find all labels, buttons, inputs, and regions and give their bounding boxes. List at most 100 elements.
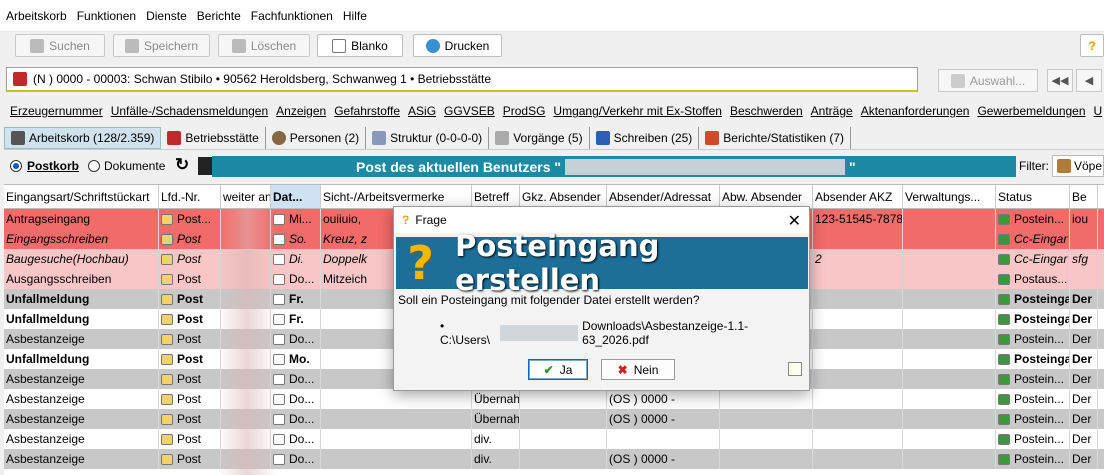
link-gewerbemeldungen[interactable]: Gewerbemeldungen xyxy=(977,104,1085,118)
column-header[interactable]: Lfd.-Nr. xyxy=(159,185,221,208)
help-button[interactable]: ? xyxy=(1080,34,1104,57)
tab-label: Vorgänge (5) xyxy=(513,130,583,145)
filter-select[interactable]: Vöpe xyxy=(1052,155,1104,177)
status-icon xyxy=(998,273,1010,285)
cell-text: Unfallmeldung xyxy=(6,352,90,366)
link-unfaelle[interactable]: Unfälle-/Schadensmeldungen xyxy=(111,104,268,118)
link-antraege[interactable]: Anträge xyxy=(811,104,853,118)
table-row[interactable]: Asbestanzeige Post Do... div. (OS ) 0000 - Po… xyxy=(4,449,1104,469)
postkorb-label[interactable]: Postkorb xyxy=(27,159,79,173)
postkorb-radio[interactable] xyxy=(10,160,22,172)
column-header[interactable]: Verwaltungs... xyxy=(903,185,996,208)
table-row[interactable]: Asbestanzeige Post Do... Übernahi (OS ) 0000… xyxy=(4,389,1104,409)
table-cell: Post xyxy=(159,449,221,469)
link-erzeugernummer[interactable]: Erzeugernummer xyxy=(10,104,103,118)
envelope-icon xyxy=(161,413,173,425)
table-cell: Post xyxy=(159,309,221,329)
table-cell: Postein... xyxy=(996,369,1070,389)
person-icon xyxy=(271,130,286,145)
status-icon xyxy=(998,213,1010,225)
link-asig[interactable]: ASiG xyxy=(408,104,436,118)
link-ggvseb[interactable]: GGVSEB xyxy=(444,104,495,118)
link-umgang[interactable]: Umgang/Verkehr mit Ex-Stoffen xyxy=(553,104,722,118)
blanko-button[interactable]: Blanko xyxy=(317,34,403,57)
cell-text: Post xyxy=(177,292,204,306)
menu-berichte[interactable]: Berichte xyxy=(197,9,241,23)
link-beschwerden[interactable]: Beschwerden xyxy=(730,104,803,118)
cell-text: Asbestanzeige xyxy=(6,372,85,386)
menu-arbeitskorb[interactable]: Arbeitskorb xyxy=(6,9,67,23)
auswahl-button[interactable]: Auswahl... xyxy=(938,69,1038,92)
cell-text: Asbestanzeige xyxy=(6,392,85,406)
tab-personen[interactable]: Personen (2) xyxy=(266,126,367,149)
column-header[interactable]: weiter an xyxy=(221,185,271,208)
drucken-button[interactable]: Drucken xyxy=(413,34,502,57)
loeschen-button[interactable]: Löschen xyxy=(218,34,310,57)
table-cell: Übernahi xyxy=(472,409,520,429)
cell-text: Mi... xyxy=(289,212,312,226)
table-cell: Der xyxy=(1070,329,1098,349)
tab-arbeitskorb[interactable]: Arbeitskorb (128/2.359) xyxy=(4,126,162,149)
column-header[interactable]: Status xyxy=(996,185,1070,208)
column-header[interactable]: Dat... xyxy=(271,185,321,208)
column-header[interactable]: Sicht-/Arbeitsvermerke xyxy=(321,185,472,208)
menu-fachfunktionen[interactable]: Fachfunktionen xyxy=(251,9,333,23)
status-icon xyxy=(998,453,1010,465)
table-cell: Do... xyxy=(271,369,321,389)
cross-icon: ✖ xyxy=(617,362,628,377)
tab-schreiben[interactable]: Schreiben (25) xyxy=(590,126,700,149)
envelope-icon xyxy=(161,433,173,445)
loeschen-label: Löschen xyxy=(250,38,297,53)
column-header[interactable]: Abw. Absender xyxy=(720,185,813,208)
refresh-icon[interactable]: ↻ xyxy=(175,155,189,175)
table-cell: Fr. xyxy=(271,289,321,309)
menu-dienste[interactable]: Dienste xyxy=(146,9,187,23)
dokumente-label[interactable]: Dokumente xyxy=(104,159,165,173)
column-header[interactable]: Gkz. Absender xyxy=(520,185,607,208)
trash-icon xyxy=(231,38,246,53)
no-button[interactable]: ✖ Nein xyxy=(601,359,675,380)
table-cell: Post xyxy=(159,269,221,289)
table-row[interactable]: Asbestanzeige Post Do... Übernahi (OS ) 0000… xyxy=(4,409,1104,429)
cell-text: iou xyxy=(1072,212,1089,226)
column-header[interactable]: Absender AKZ xyxy=(813,185,903,208)
link-gefahrstoffe[interactable]: Gefahrstoffe xyxy=(334,104,400,118)
table-cell xyxy=(520,409,607,429)
column-header[interactable]: Eingangsart/Schriftstückart xyxy=(4,185,159,208)
status-icon xyxy=(998,353,1010,365)
column-header[interactable]: Absender/Adressat xyxy=(607,185,720,208)
link-aktenanforderungen[interactable]: Aktenanforderungen xyxy=(861,104,970,118)
dokumente-radio[interactable] xyxy=(88,160,100,172)
table-cell xyxy=(520,389,607,409)
question-icon: ? xyxy=(402,213,410,227)
table-cell xyxy=(813,269,903,289)
table-row[interactable]: Asbestanzeige Post Do... div. Postein... Der xyxy=(4,429,1104,449)
cell-text: Postein... xyxy=(1014,212,1065,226)
table-cell: Unfallmeldung xyxy=(4,289,159,309)
column-header[interactable]: Be xyxy=(1070,185,1098,208)
link-anzeigen[interactable]: Anzeigen xyxy=(276,104,326,118)
edit-icon[interactable] xyxy=(788,362,802,376)
speichern-button[interactable]: Speichern xyxy=(113,34,210,57)
tab-struktur[interactable]: Struktur (0-0-0-0) xyxy=(366,126,490,149)
column-header[interactable]: Betreff xyxy=(472,185,520,208)
table-cell xyxy=(903,209,996,229)
prev-record-button[interactable]: ◀ xyxy=(1076,69,1102,92)
cell-text: Post xyxy=(177,392,202,406)
link-more[interactable]: U xyxy=(1094,104,1103,118)
tab-betriebsstaette[interactable]: Betriebsstätte xyxy=(161,126,266,149)
address-field[interactable]: (N ) 0000 - 00003: Schwan Stibilo • 9056… xyxy=(6,67,918,92)
suchen-button[interactable]: Suchen xyxy=(15,34,105,57)
menu-hilfe[interactable]: Hilfe xyxy=(343,9,367,23)
tab-berichte[interactable]: Berichte/Statistiken (7) xyxy=(699,126,852,149)
link-prodsg[interactable]: ProdSG xyxy=(503,104,546,118)
document-icon xyxy=(332,38,347,53)
cell-text: Ausgangsschreiben xyxy=(6,272,112,286)
yes-button[interactable]: ✔ Ja xyxy=(528,359,588,380)
menu-funktionen[interactable]: Funktionen xyxy=(77,9,136,23)
search-icon xyxy=(30,38,45,53)
tab-vorgaenge[interactable]: Vorgänge (5) xyxy=(489,126,590,149)
first-record-button[interactable]: ◀◀ xyxy=(1047,69,1073,92)
speichern-label: Speichern xyxy=(143,38,199,53)
close-icon[interactable]: ✕ xyxy=(788,211,801,231)
